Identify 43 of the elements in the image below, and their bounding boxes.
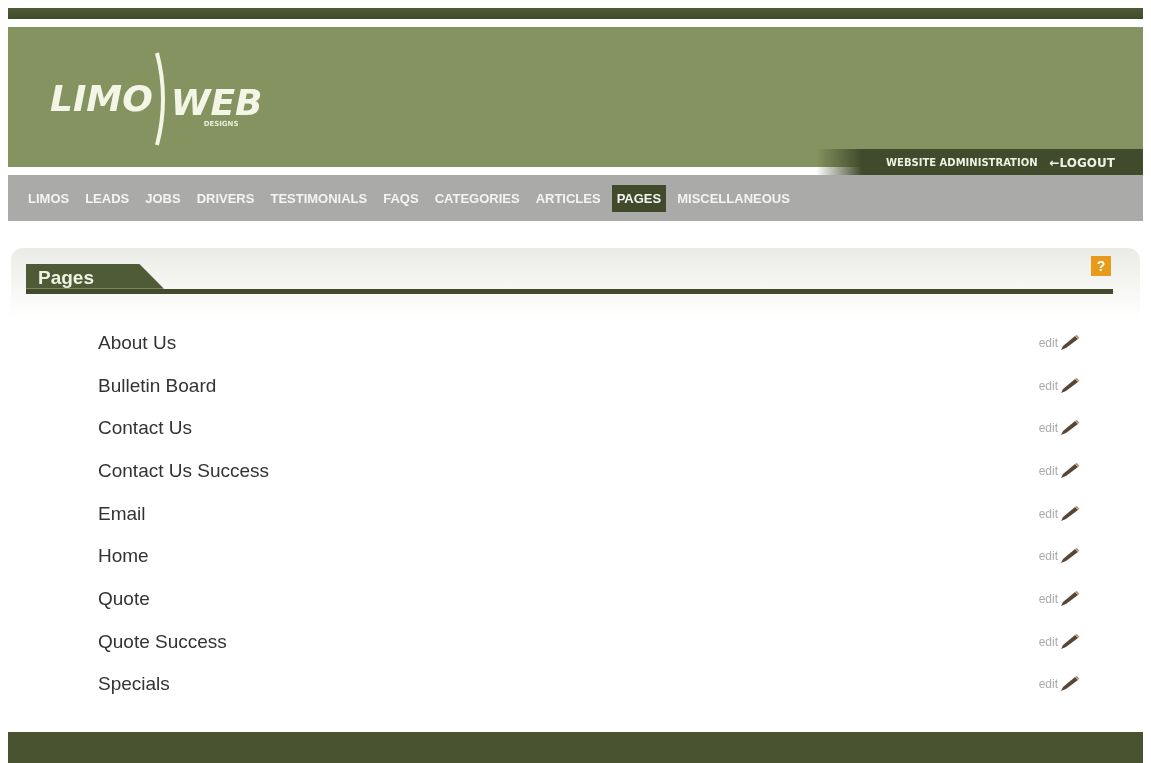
nav-tab[interactable]: FAQS xyxy=(378,184,424,212)
page-name: Quote Success xyxy=(98,630,228,653)
edit-link[interactable]: edit xyxy=(1038,547,1081,566)
page-name: Home xyxy=(98,545,150,568)
page-name: Contact Us xyxy=(98,417,193,440)
logo-text: WEB xyxy=(170,85,263,121)
pencil-icon xyxy=(1059,333,1081,352)
pencil-icon xyxy=(1059,632,1081,651)
page-name: Email xyxy=(98,502,147,525)
edit-link[interactable]: edit xyxy=(1038,590,1081,609)
page-name: Bulletin Board xyxy=(98,374,218,397)
nav-tab[interactable]: DRIVERS xyxy=(191,184,260,212)
nav-tab[interactable]: ARTICLES xyxy=(530,184,606,212)
pencil-icon xyxy=(1059,675,1081,694)
edit-link[interactable]: edit xyxy=(1038,376,1081,395)
pencil-icon xyxy=(1059,590,1081,609)
logout-link[interactable]: ←LOGOUT xyxy=(1049,156,1115,170)
nav-tab[interactable]: TESTIMONIALS xyxy=(265,184,373,212)
nav-tab[interactable]: CATEGORIES xyxy=(429,184,525,212)
nav-tab[interactable]: LEADS xyxy=(80,184,135,212)
help-button[interactable]: ? xyxy=(1091,255,1111,276)
edit-link[interactable]: edit xyxy=(1038,462,1081,481)
pencil-icon xyxy=(1059,376,1081,395)
page-name: About Us xyxy=(98,331,178,354)
page-name: Quote xyxy=(98,588,151,611)
logo-text: LIMO xyxy=(50,81,153,118)
edit-link[interactable]: edit xyxy=(1038,675,1081,694)
edit-link[interactable]: edit xyxy=(1038,504,1081,523)
nav-tab[interactable]: JOBS xyxy=(140,184,186,212)
pencil-icon xyxy=(1059,547,1081,566)
page-name: Specials xyxy=(98,673,171,696)
pencil-icon xyxy=(1059,419,1081,438)
nav-tab[interactable]: LIMOS xyxy=(23,184,75,212)
admin-title: WEBSITE ADMINISTRATION xyxy=(886,157,1038,169)
edit-link[interactable]: edit xyxy=(1038,333,1081,352)
nav-tab[interactable]: PAGES xyxy=(611,184,667,212)
pencil-icon xyxy=(1059,504,1081,523)
panel-title: Pages xyxy=(26,263,164,289)
edit-link[interactable]: edit xyxy=(1038,419,1081,438)
page-name: Contact Us Success xyxy=(98,460,271,483)
edit-link[interactable]: edit xyxy=(1038,632,1081,651)
nav-tab[interactable]: MISCELLANEOUS xyxy=(672,184,795,212)
pencil-icon xyxy=(1059,462,1081,481)
